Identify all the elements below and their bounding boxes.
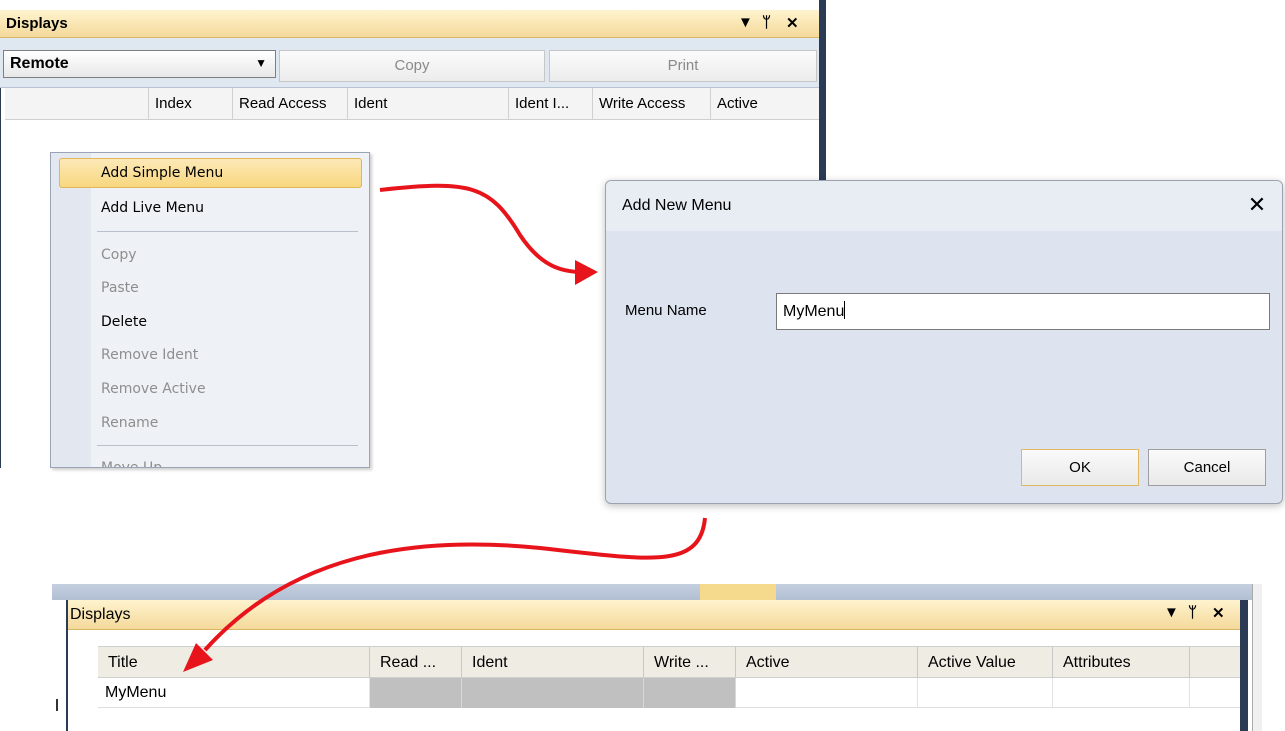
grid-header: Index Read Access Ident Ident I... Write… bbox=[5, 88, 819, 120]
column-header-write[interactable]: Write ... bbox=[644, 647, 736, 678]
cancel-button[interactable]: Cancel bbox=[1148, 449, 1266, 486]
chevron-down-icon: ▼ bbox=[255, 56, 267, 70]
close-icon[interactable]: ✕ bbox=[1212, 604, 1228, 622]
menu-item-delete[interactable]: Delete bbox=[101, 307, 147, 337]
panel-title-bar: Displays ▼ ᛘ ✕ bbox=[68, 600, 1242, 630]
panel-dropdown-icon[interactable]: ▼ bbox=[738, 14, 756, 31]
menu-item-rename[interactable]: Rename bbox=[101, 408, 158, 438]
row-write-cell bbox=[644, 678, 736, 708]
row-active-value-cell[interactable] bbox=[918, 678, 1053, 708]
pin-icon[interactable]: ᛘ bbox=[762, 14, 774, 31]
close-icon[interactable]: ✕ bbox=[1242, 191, 1272, 221]
active-tab-highlight bbox=[700, 584, 776, 600]
menu-separator bbox=[97, 231, 358, 232]
ok-button[interactable]: OK bbox=[1021, 449, 1139, 486]
panel-title: Displays bbox=[70, 606, 131, 623]
column-header-write-access[interactable]: Write Access bbox=[593, 88, 711, 120]
menu-item-add-simple-menu[interactable]: Add Simple Menu bbox=[101, 158, 223, 188]
panel-title-bar: Displays ▼ ᛘ ✕ bbox=[0, 10, 819, 38]
add-new-menu-dialog: Add New Menu ✕ Menu Name MyMenu OK Cance… bbox=[605, 180, 1283, 504]
menu-item-paste[interactable]: Paste bbox=[101, 273, 139, 303]
row-title-cell[interactable]: MyMenu bbox=[98, 678, 370, 708]
toolbar: Remote ▼ Copy Print bbox=[0, 38, 819, 88]
pin-icon[interactable]: ᛘ bbox=[1188, 604, 1200, 621]
row-attributes-cell[interactable] bbox=[1053, 678, 1190, 708]
side-panel-edge bbox=[1252, 584, 1262, 731]
column-header-blank[interactable] bbox=[5, 88, 149, 120]
menu-item-move-up[interactable]: Move Up bbox=[101, 453, 162, 467]
menu-separator bbox=[97, 445, 358, 446]
menu-item-remove-ident[interactable]: Remove Ident bbox=[101, 340, 198, 370]
panel-left-border bbox=[0, 88, 5, 468]
row-ident-cell bbox=[462, 678, 644, 708]
menu-gutter bbox=[51, 153, 91, 467]
column-header-ident-i[interactable]: Ident I... bbox=[509, 88, 593, 120]
dialog-title-bar: Add New Menu ✕ bbox=[606, 181, 1282, 231]
column-header-title[interactable]: Title bbox=[98, 647, 370, 678]
context-menu: Add Simple Menu Add Live Menu Copy Paste… bbox=[50, 152, 370, 468]
column-header-index[interactable]: Index bbox=[149, 88, 233, 120]
row-read-cell bbox=[370, 678, 462, 708]
menu-item-copy[interactable]: Copy bbox=[101, 240, 137, 270]
column-header-active-value[interactable]: Active Value bbox=[918, 647, 1053, 678]
table-row[interactable]: MyMenu bbox=[98, 678, 1240, 708]
splitter-handle[interactable] bbox=[56, 699, 58, 711]
remote-combo[interactable]: Remote ▼ bbox=[3, 50, 276, 78]
panel-dropdown-icon[interactable]: ▼ bbox=[1164, 604, 1182, 621]
displays-panel-bottom: Displays ▼ ᛘ ✕ Title Read ... Ident Writ… bbox=[52, 584, 1262, 731]
panel-right-border bbox=[1240, 600, 1248, 731]
menu-item-remove-active[interactable]: Remove Active bbox=[101, 374, 206, 404]
dialog-title: Add New Menu bbox=[622, 197, 732, 214]
row-active-cell[interactable] bbox=[736, 678, 918, 708]
column-header-ident[interactable]: Ident bbox=[348, 88, 509, 120]
menu-item-add-live-menu[interactable]: Add Live Menu bbox=[101, 193, 204, 223]
column-header-read-access[interactable]: Read Access bbox=[233, 88, 348, 120]
column-header-active[interactable]: Active bbox=[711, 88, 819, 120]
tab-strip bbox=[52, 584, 1262, 600]
column-header-read[interactable]: Read ... bbox=[370, 647, 462, 678]
column-header-active[interactable]: Active bbox=[736, 647, 918, 678]
remote-combo-value: Remote bbox=[10, 55, 69, 72]
grid-header: Title Read ... Ident Write ... Active Ac… bbox=[98, 646, 1240, 678]
column-header-ident[interactable]: Ident bbox=[462, 647, 644, 678]
menu-name-input[interactable]: MyMenu bbox=[776, 293, 1270, 330]
print-button[interactable]: Print bbox=[549, 50, 817, 82]
column-header-attributes[interactable]: Attributes bbox=[1053, 647, 1190, 678]
menu-name-label: Menu Name bbox=[625, 302, 707, 319]
close-icon[interactable]: ✕ bbox=[786, 14, 802, 32]
panel-title: Displays bbox=[6, 15, 68, 32]
copy-button[interactable]: Copy bbox=[279, 50, 545, 82]
text-caret bbox=[844, 301, 846, 319]
menu-name-value: MyMenu bbox=[783, 303, 845, 320]
